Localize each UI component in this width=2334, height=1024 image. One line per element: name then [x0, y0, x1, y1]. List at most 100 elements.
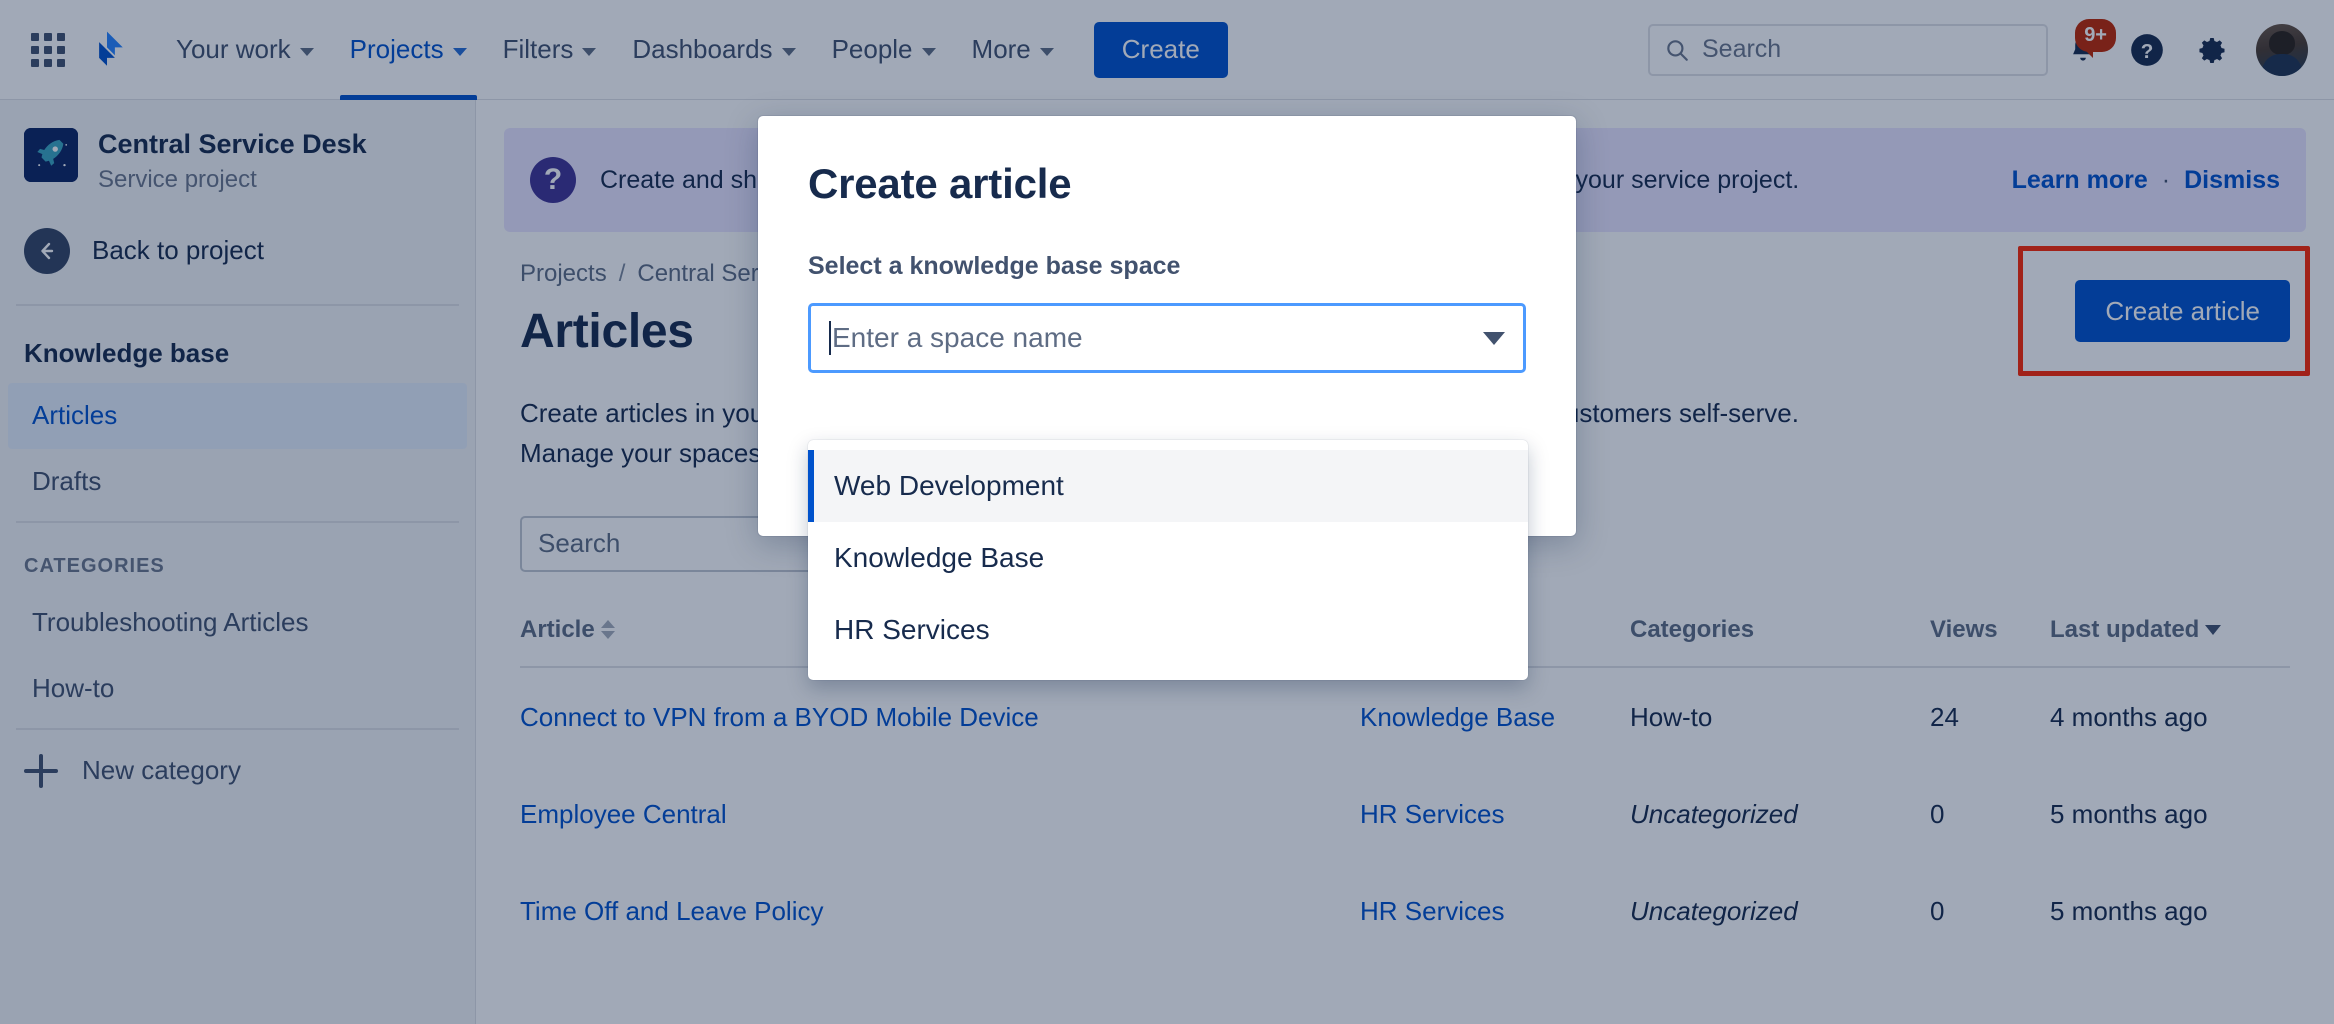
space-select-placeholder: Enter a space name	[832, 322, 1083, 354]
create-button[interactable]: Create	[1094, 22, 1228, 78]
sidebar-section-title: Knowledge base	[0, 312, 475, 383]
nav-item-label: Filters	[503, 34, 574, 65]
nav-item-label: More	[972, 34, 1031, 65]
project-name: Central Service Desk	[98, 128, 367, 162]
cell-views: 0	[1930, 765, 2050, 862]
jira-logo-icon[interactable]	[84, 27, 130, 73]
app-switcher-icon[interactable]	[22, 24, 74, 76]
space-option-knowledge-base[interactable]: Knowledge Base	[808, 522, 1528, 594]
sidebar-item-label: Drafts	[32, 466, 101, 497]
nav-item-your-work[interactable]: Your work	[158, 0, 332, 100]
cell-last-updated: 4 months ago	[2050, 667, 2290, 765]
text-cursor	[829, 321, 831, 355]
column-header-label: Views	[1930, 616, 1998, 643]
notification-badge: 9+	[2075, 19, 2116, 52]
primary-nav-items: Your work Projects Filters Dashboards Pe…	[158, 0, 1228, 100]
svg-text:?: ?	[2141, 39, 2154, 62]
project-type: Service project	[98, 166, 367, 194]
chevron-down-icon	[1040, 48, 1054, 56]
notifications-button[interactable]: 9+	[2054, 21, 2112, 79]
cell-space: HR Services	[1360, 862, 1630, 959]
dismiss-link[interactable]: Dismiss	[2184, 166, 2280, 195]
chevron-down-icon	[300, 48, 314, 56]
space-option-hr-services[interactable]: HR Services	[808, 594, 1528, 666]
project-header[interactable]: Central Service Desk Service project	[0, 100, 475, 204]
chevron-down-icon	[922, 48, 936, 56]
cell-article: Connect to VPN from a BYOD Mobile Device	[520, 667, 1360, 765]
sidebar-divider	[16, 728, 459, 730]
breadcrumb-separator: /	[619, 260, 626, 288]
modal-title: Create article	[808, 160, 1526, 208]
space-option-label: HR Services	[834, 614, 990, 646]
space-link[interactable]: HR Services	[1360, 896, 1504, 926]
table-row[interactable]: Employee Central HR Services Uncategoriz…	[520, 765, 2290, 862]
new-category-button[interactable]: New category	[0, 736, 475, 806]
space-option-web-development[interactable]: Web Development	[808, 450, 1528, 522]
gear-icon	[2193, 32, 2229, 68]
column-header-label: Last updated	[2050, 616, 2199, 644]
articles-search-placeholder: Search	[538, 528, 620, 559]
cell-space: Knowledge Base	[1360, 667, 1630, 765]
space-link[interactable]: Knowledge Base	[1360, 702, 1555, 732]
sidebar-divider	[16, 521, 459, 523]
cell-category: How-to	[1630, 667, 1930, 765]
breadcrumb-item-projects[interactable]: Projects	[520, 260, 607, 288]
app-root: Your work Projects Filters Dashboards Pe…	[0, 0, 2334, 1024]
sidebar-item-label: Troubleshooting Articles	[32, 607, 309, 638]
help-button[interactable]: ?	[2118, 21, 2176, 79]
global-search-input[interactable]: Search	[1648, 24, 2048, 76]
table-row[interactable]: Connect to VPN from a BYOD Mobile Device…	[520, 667, 2290, 765]
nav-item-label: Projects	[350, 34, 444, 65]
cell-views: 0	[1930, 862, 2050, 959]
sort-both-icon	[601, 620, 615, 639]
nav-item-projects[interactable]: Projects	[332, 0, 485, 100]
nav-item-label: Your work	[176, 34, 291, 65]
modal-field-label: Select a knowledge base space	[808, 252, 1526, 281]
chevron-down-icon	[582, 48, 596, 56]
banner-separator: ·	[2162, 166, 2170, 195]
chevron-down-icon	[453, 48, 467, 56]
help-question-icon: ?	[2128, 31, 2166, 69]
space-option-label: Knowledge Base	[834, 542, 1044, 574]
article-link[interactable]: Time Off and Leave Policy	[520, 896, 823, 926]
sidebar-item-label: Articles	[32, 400, 117, 431]
sidebar-item-articles[interactable]: Articles	[8, 383, 467, 449]
avatar[interactable]	[2256, 24, 2308, 76]
space-link[interactable]: HR Services	[1360, 799, 1504, 829]
sidebar-categories-caption: CATEGORIES	[0, 529, 475, 590]
chevron-down-icon	[782, 48, 796, 56]
back-to-project-link[interactable]: Back to project	[0, 204, 475, 298]
nav-item-label: People	[832, 34, 913, 65]
space-select-input[interactable]: Enter a space name	[808, 303, 1526, 373]
nav-item-filters[interactable]: Filters	[485, 0, 615, 100]
cell-category: Uncategorized	[1630, 765, 1930, 862]
plus-icon	[24, 754, 58, 788]
table-row[interactable]: Time Off and Leave Policy HR Services Un…	[520, 862, 2290, 959]
article-link[interactable]: Employee Central	[520, 799, 727, 829]
column-header-categories[interactable]: Categories	[1630, 616, 1930, 667]
article-link[interactable]: Connect to VPN from a BYOD Mobile Device	[520, 702, 1039, 732]
learn-more-link[interactable]: Learn more	[2012, 166, 2148, 195]
nav-item-people[interactable]: People	[814, 0, 954, 100]
rocket-icon	[24, 128, 78, 182]
nav-item-label: Dashboards	[632, 34, 772, 65]
new-category-label: New category	[82, 755, 241, 786]
sidebar-category-troubleshooting-articles[interactable]: Troubleshooting Articles	[8, 590, 467, 656]
column-header-views[interactable]: Views	[1930, 616, 2050, 667]
create-article-cta-wrap: Create article	[2075, 280, 2290, 342]
nav-item-more[interactable]: More	[954, 0, 1072, 100]
project-sidebar: Central Service Desk Service project Bac…	[0, 100, 476, 1024]
chevron-down-icon[interactable]	[1483, 332, 1505, 345]
cell-category: Uncategorized	[1630, 862, 1930, 959]
sidebar-item-drafts[interactable]: Drafts	[8, 449, 467, 515]
space-options-dropdown: Web Development Knowledge Base HR Servic…	[808, 440, 1528, 680]
create-article-button[interactable]: Create article	[2075, 280, 2290, 342]
sidebar-item-label: How-to	[32, 673, 114, 704]
top-navigation-bar: Your work Projects Filters Dashboards Pe…	[0, 0, 2334, 100]
nav-item-dashboards[interactable]: Dashboards	[614, 0, 813, 100]
help-question-icon: ?	[530, 157, 576, 203]
cell-article: Time Off and Leave Policy	[520, 862, 1360, 959]
column-header-last-updated[interactable]: Last updated	[2050, 616, 2290, 667]
sidebar-category-how-to[interactable]: How-to	[8, 656, 467, 722]
settings-button[interactable]	[2182, 21, 2240, 79]
